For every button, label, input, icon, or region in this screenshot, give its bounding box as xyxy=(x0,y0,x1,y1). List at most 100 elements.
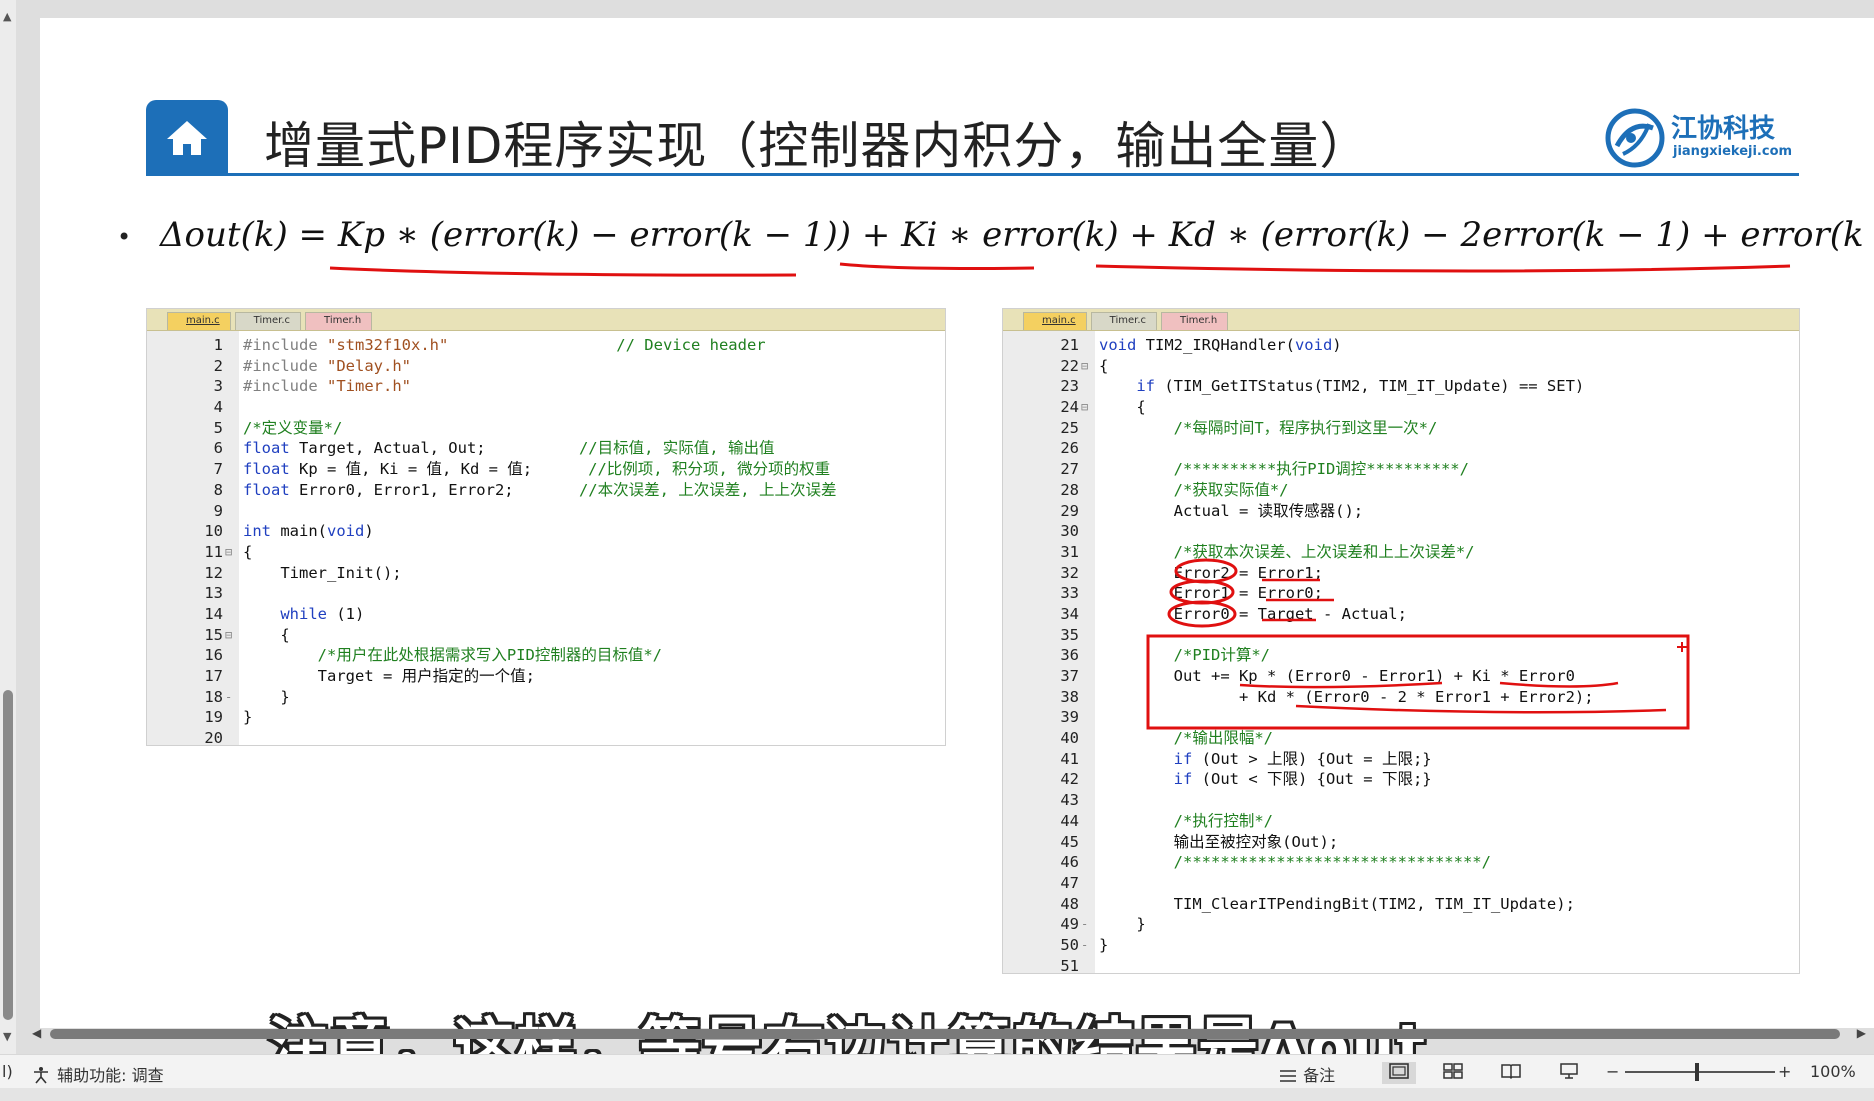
vertical-scrollbar[interactable]: ▲ ▼ xyxy=(0,0,16,1060)
slide-title-bar: 增量式PID程序实现（控制器内积分，输出全量） 江协科技 jiangxiekej… xyxy=(146,100,1799,176)
line-number: 19 xyxy=(204,708,223,727)
code-text: /*获取实际值*/ xyxy=(1173,480,1289,499)
code-text: Out += Kp * (Error0 - Error1) + Ki * Err… xyxy=(1099,667,1575,685)
code-line: 8 float Error0, Error1, Error2; //本次误差, 上… xyxy=(147,480,945,501)
scroll-left-arrow-icon[interactable]: ◀ xyxy=(32,1026,41,1040)
zoom-slider-thumb[interactable] xyxy=(1695,1063,1699,1081)
zoom-slider-track[interactable] xyxy=(1625,1071,1775,1073)
code-line: 22 ⊟ { xyxy=(1003,356,1799,377)
code-line: 49- } xyxy=(1003,914,1799,935)
code-text: float Target, Actual, Out; //目标值, 实际值, 输… xyxy=(243,439,775,458)
horizontal-scroll-thumb[interactable] xyxy=(50,1029,1840,1039)
line-number: 51 xyxy=(1060,956,1079,975)
presenter-view-button[interactable] xyxy=(1558,1062,1580,1084)
code-text: } xyxy=(1099,935,1109,954)
accessibility-status[interactable]: 辅助功能: 调查 xyxy=(32,1062,164,1086)
fold-marker[interactable]: ⊟ xyxy=(1081,356,1093,377)
code-text: 输出至被控对象(Out); xyxy=(1099,832,1339,851)
scroll-down-arrow-icon[interactable]: ▼ xyxy=(3,1030,11,1043)
line-number: 48 xyxy=(1060,894,1079,913)
code-line: 35 xyxy=(1003,625,1799,646)
line-number: 34 xyxy=(1060,604,1079,623)
code-line: 29 Actual = 读取传感器(); xyxy=(1003,501,1799,522)
code-lines-left: 1 #include "stm32f10x.h" // Device header… xyxy=(147,335,945,749)
line-number: 31 xyxy=(1060,542,1079,561)
zoom-out-button[interactable]: − xyxy=(1606,1062,1619,1081)
line-number: 37 xyxy=(1060,667,1079,685)
line-number: 41 xyxy=(1060,749,1079,768)
line-number: 36 xyxy=(1060,646,1079,665)
code-text: { xyxy=(243,625,290,644)
reading-view-button[interactable] xyxy=(1500,1062,1522,1084)
notes-label: 备注 xyxy=(1303,1066,1336,1085)
zoom-level[interactable]: 100% xyxy=(1810,1062,1856,1081)
editor-tab[interactable]: main.c xyxy=(1023,312,1087,330)
line-number: 30 xyxy=(1060,522,1079,541)
line-number: 6 xyxy=(213,439,223,458)
zoom-in-button[interactable]: + xyxy=(1778,1062,1791,1081)
reading-view-icon xyxy=(1501,1064,1521,1080)
editor-tab[interactable]: Timer.c xyxy=(1090,312,1158,330)
normal-view-button[interactable] xyxy=(1382,1062,1416,1084)
line-number: 46 xyxy=(1060,853,1079,872)
fold-marker[interactable]: - xyxy=(1081,935,1093,956)
line-number: 2 xyxy=(213,356,223,375)
bullet-point: • xyxy=(117,223,132,251)
slide-sorter-button[interactable] xyxy=(1442,1062,1464,1084)
editor-tab[interactable]: Timer.c xyxy=(234,312,302,330)
editor-tab[interactable]: Timer.h xyxy=(305,312,373,330)
code-line: 7 float Kp = 值, Ki = 值, Kd = 值; //比例项, 积分… xyxy=(147,459,945,480)
scroll-right-arrow-icon[interactable]: ▶ xyxy=(1857,1026,1866,1040)
code-line: 20 xyxy=(147,728,945,749)
line-number: 25 xyxy=(1060,418,1079,437)
code-line: 34 Error0 = Target - Actual; xyxy=(1003,604,1799,625)
slide-title: 增量式PID程序实现（控制器内积分，输出全量） xyxy=(264,117,1371,175)
notes-icon xyxy=(1280,1070,1296,1082)
code-line: 24 ⊟ { xyxy=(1003,397,1799,418)
code-text: /*每隔时间T，程序执行到这里一次*/ xyxy=(1173,418,1438,437)
code-line: 37 Out += Kp * (Error0 - Error1) + Ki * … xyxy=(1003,666,1799,687)
code-line: 30 xyxy=(1003,521,1799,542)
slide-sorter-icon xyxy=(1443,1063,1463,1079)
notes-button[interactable]: 备注 xyxy=(1278,1062,1335,1086)
line-number: 5 xyxy=(213,418,223,437)
fold-marker[interactable]: ⊟ xyxy=(225,625,237,646)
fold-marker[interactable]: ⊟ xyxy=(225,542,237,563)
line-number: 3 xyxy=(213,377,223,396)
code-line: 47 xyxy=(1003,873,1799,894)
line-number: 14 xyxy=(204,604,223,623)
line-number: 11 xyxy=(204,542,223,561)
accessibility-icon xyxy=(34,1067,48,1084)
code-line: 33 Error1 = Error0; xyxy=(1003,583,1799,604)
editor-tab[interactable]: Timer.h xyxy=(1161,312,1229,330)
code-line: 13 xyxy=(147,583,945,604)
line-number: 26 xyxy=(1060,439,1079,458)
line-number: 38 xyxy=(1060,687,1079,706)
code-text: /**********执行PID调控**********/ xyxy=(1173,460,1469,479)
scroll-up-arrow-icon[interactable]: ▲ xyxy=(3,10,11,23)
fold-marker[interactable]: - xyxy=(1081,914,1093,935)
code-text: Error0 = Target - Actual; xyxy=(1099,604,1407,623)
code-text: Target = 用户指定的一个值; xyxy=(243,667,535,685)
editor-tab[interactable]: main.c xyxy=(167,312,231,330)
code-line: 17 Target = 用户指定的一个值; xyxy=(147,666,945,687)
code-line: 6 float Target, Actual, Out; //目标值, 实际值, … xyxy=(147,438,945,459)
code-line: 3 #include "Timer.h" xyxy=(147,376,945,397)
code-line: 43 xyxy=(1003,790,1799,811)
line-number: 7 xyxy=(213,460,223,479)
line-number: 42 xyxy=(1060,770,1079,789)
code-text: Actual = 读取传感器(); xyxy=(1099,501,1364,520)
line-number: 15 xyxy=(204,625,223,644)
code-line: 14 while (1) xyxy=(147,604,945,625)
code-line: 10 int main(void) xyxy=(147,521,945,542)
line-number: 24 xyxy=(1060,398,1079,417)
code-line: 26 xyxy=(1003,438,1799,459)
line-number: 20 xyxy=(204,729,223,748)
code-editor-left: main.c Timer.c Timer.h 1 #include "stm32f10… xyxy=(146,308,946,749)
fold-marker[interactable]: ⊟ xyxy=(1081,397,1093,418)
horizontal-scrollbar[interactable]: ◀ ▶ xyxy=(30,1024,1874,1044)
fold-marker[interactable]: - xyxy=(225,687,237,708)
code-text: Error1 = Error0; xyxy=(1099,584,1323,603)
vertical-scroll-thumb[interactable] xyxy=(3,690,13,1020)
code-line: 36 /*PID计算*/ xyxy=(1003,645,1799,666)
